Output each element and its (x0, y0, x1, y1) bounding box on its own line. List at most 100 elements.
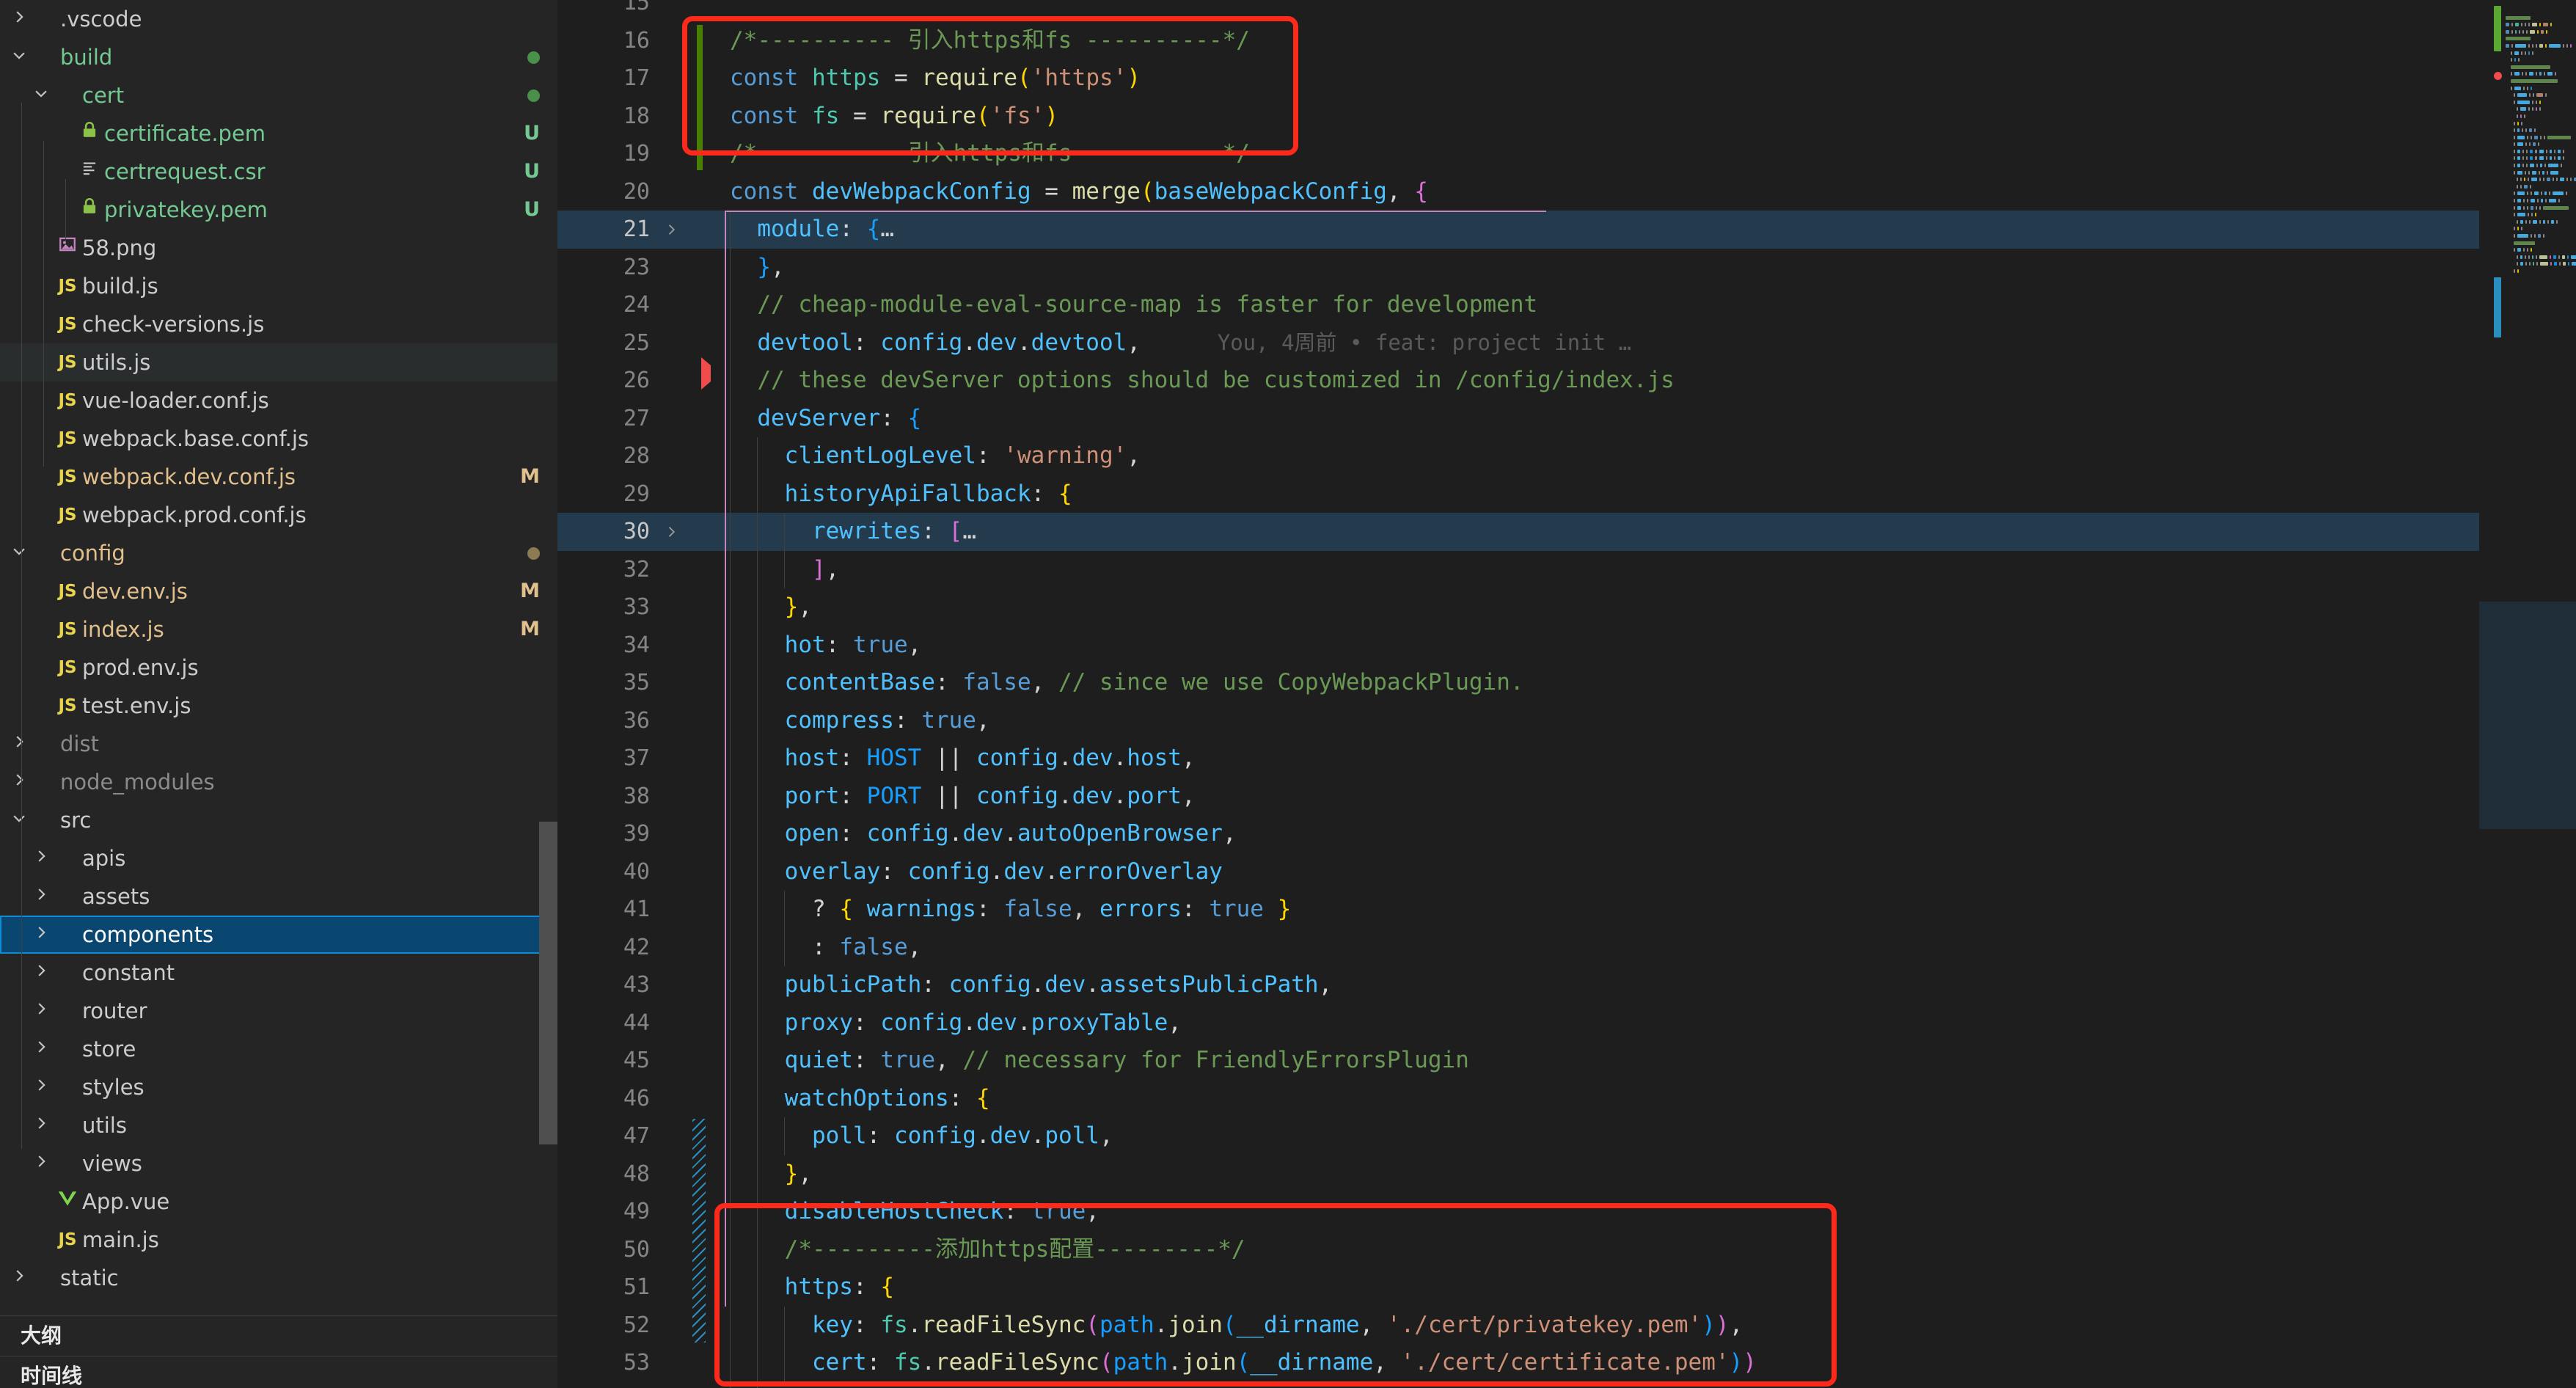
chevron-right-icon[interactable] (29, 954, 53, 992)
code-line-54[interactable]: 54 } (557, 1381, 2479, 1388)
tree-item-build-js[interactable]: JS build.js (0, 267, 557, 305)
code-line-39[interactable]: 39 open: config.dev.autoOpenBrowser, (557, 815, 2479, 853)
tree-item-static[interactable]: static (0, 1259, 557, 1297)
tree-item-build[interactable]: build (0, 38, 557, 76)
code-line-41[interactable]: 41 ? { warnings: false, errors: true } (557, 891, 2479, 929)
tree-item-assets[interactable]: assets (0, 877, 557, 916)
code-line-52[interactable]: 52 key: fs.readFileSync(path.join(__dirn… (557, 1306, 2479, 1344)
tree-item-dist[interactable]: dist (0, 725, 557, 763)
chevron-right-icon[interactable] (7, 1259, 31, 1297)
code-line-25[interactable]: 25 devtool: config.dev.devtool, You, 4周前… (557, 324, 2479, 362)
minimap[interactable] (2479, 0, 2576, 1388)
tree-item-check-versions-js[interactable]: JS check-versions.js (0, 305, 557, 343)
code-line-26[interactable]: 26 // these devServer options should be … (557, 362, 2479, 400)
tree-item-store[interactable]: store (0, 1030, 557, 1068)
code-line-15[interactable]: 15 (557, 0, 2479, 22)
chevron-down-icon[interactable] (7, 534, 31, 572)
code-line-44[interactable]: 44 proxy: config.dev.proxyTable, (557, 1004, 2479, 1042)
tree-item-components[interactable]: components (0, 916, 557, 954)
explorer-sidebar[interactable]: .vscode build cert certificate.pem Ucertrequ… (0, 0, 557, 1388)
code-line-23[interactable]: 23 }, (557, 248, 2479, 286)
code-line-16[interactable]: 16 /*---------- 引入https和fs ----------*/ (557, 22, 2479, 60)
tree-item-webpack-base-conf-js[interactable]: JS webpack.base.conf.js (0, 420, 557, 458)
code-line-40[interactable]: 40 overlay: config.dev.errorOverlay (557, 852, 2479, 891)
tree-item-certrequest-csr[interactable]: certrequest.csr U (0, 153, 557, 191)
code-line-49[interactable]: 49 disableHostCheck: true, (557, 1193, 2479, 1231)
tree-item-constant[interactable]: constant (0, 954, 557, 992)
code-line-17[interactable]: 17 const https = require('https') (557, 59, 2479, 98)
code-line-38[interactable]: 38 port: PORT || config.dev.port, (557, 777, 2479, 815)
chevron-right-icon[interactable] (29, 1144, 53, 1183)
code-line-24[interactable]: 24 // cheap-module-eval-source-map is fa… (557, 286, 2479, 324)
code-line-50[interactable]: 50 /*---------添加https配置---------*/ (557, 1230, 2479, 1268)
code-line-42[interactable]: 42 : false, (557, 928, 2479, 966)
tree-item-webpack-dev-conf-js[interactable]: JS webpack.dev.conf.js M (0, 458, 557, 496)
chevron-right-icon[interactable] (29, 916, 53, 954)
tree-item-test-env-js[interactable]: JS test.env.js (0, 687, 557, 725)
code-line-20[interactable]: 20 const devWebpackConfig = merge(baseWeb… (557, 173, 2479, 211)
tree-item-vue-loader-conf-js[interactable]: JS vue-loader.conf.js (0, 381, 557, 420)
tree-item-app-vue[interactable]: App.vue (0, 1183, 557, 1221)
code-line-47[interactable]: 47 poll: config.dev.poll, (557, 1117, 2479, 1155)
fold-chevron-right-icon[interactable] (660, 513, 682, 551)
code-line-48[interactable]: 48 }, (557, 1155, 2479, 1193)
tree-item-index-js[interactable]: JS index.js M (0, 610, 557, 649)
code-line-53[interactable]: 53 cert: fs.readFileSync(path.join(__dir… (557, 1344, 2479, 1382)
file-tree[interactable]: .vscode build cert certificate.pem Ucertrequ… (0, 0, 557, 1297)
chevron-right-icon[interactable] (29, 1106, 53, 1144)
chevron-right-icon[interactable] (29, 1030, 53, 1068)
panel-header-timeline[interactable]: 时间线 (0, 1356, 557, 1388)
chevron-down-icon[interactable] (29, 76, 53, 114)
code-line-37[interactable]: 37 host: HOST || config.dev.host, (557, 739, 2479, 778)
tree-item-utils-js[interactable]: JS utils.js (0, 343, 557, 381)
tree-item-views[interactable]: views (0, 1144, 557, 1183)
code-line-32[interactable]: 32 ], (557, 550, 2479, 588)
tree-item-dev-env-js[interactable]: JS dev.env.js M (0, 572, 557, 610)
code-line-28[interactable]: 28 clientLogLevel: 'warning', (557, 437, 2479, 475)
tree-item-src[interactable]: src (0, 801, 557, 839)
tree-item-node-modules[interactable]: node_modules (0, 763, 557, 801)
code-line-19[interactable]: 19 /*---------- 引入https和fs ----------*/ (557, 135, 2479, 173)
tree-item-apis[interactable]: apis (0, 839, 557, 877)
tree-item-cert[interactable]: cert (0, 76, 557, 114)
chevron-down-icon[interactable] (7, 801, 31, 839)
code-line-36[interactable]: 36 compress: true, (557, 701, 2479, 739)
code-line-18[interactable]: 18 const fs = require('fs') (557, 98, 2479, 136)
tree-item-privatekey-pem[interactable]: privatekey.pem U (0, 191, 557, 229)
tree-item-prod-env-js[interactable]: JS prod.env.js (0, 649, 557, 687)
chevron-right-icon[interactable] (7, 725, 31, 763)
code-editor[interactable]: 15 16 /*---------- 引入https和fs ----------*/… (557, 0, 2576, 1388)
chevron-right-icon[interactable] (29, 1068, 53, 1106)
fold-chevron-right-icon[interactable] (660, 211, 682, 249)
code-line-35[interactable]: 35 contentBase: false, // since we use C… (557, 664, 2479, 702)
tree-item--vscode[interactable]: .vscode (0, 0, 557, 38)
code-line-21[interactable]: 21 module: {… (557, 211, 2479, 249)
chevron-down-icon[interactable] (7, 38, 31, 76)
tree-item-utils[interactable]: utils (0, 1106, 557, 1144)
code-line-27[interactable]: 27 devServer: { (557, 399, 2479, 437)
tree-item-webpack-prod-conf-js[interactable]: JS webpack.prod.conf.js (0, 496, 557, 534)
panel-header-outline[interactable]: 大纲 (0, 1316, 557, 1356)
tree-item-58-png[interactable]: 58.png (0, 229, 557, 267)
code-line-34[interactable]: 34 hot: true, (557, 626, 2479, 664)
code-line-45[interactable]: 45 quiet: true, // necessary for Friendl… (557, 1042, 2479, 1080)
sidebar-scrollbar-thumb[interactable] (539, 822, 557, 1144)
tree-item-config[interactable]: config (0, 534, 557, 572)
code-line-29[interactable]: 29 historyApiFallback: { (557, 475, 2479, 513)
chevron-right-icon[interactable] (29, 877, 53, 916)
code-line-46[interactable]: 46 watchOptions: { (557, 1079, 2479, 1117)
sidebar-scrollbar[interactable] (539, 0, 557, 1388)
tree-item-router[interactable]: router (0, 992, 557, 1030)
code-line-43[interactable]: 43 publicPath: config.dev.assetsPublicPa… (557, 966, 2479, 1004)
chevron-right-icon[interactable] (7, 0, 31, 38)
chevron-right-icon[interactable] (7, 763, 31, 801)
chevron-right-icon[interactable] (29, 992, 53, 1030)
code-line-33[interactable]: 33 }, (557, 588, 2479, 627)
tree-item-styles[interactable]: styles (0, 1068, 557, 1106)
tree-item-certificate-pem[interactable]: certificate.pem U (0, 114, 557, 153)
tree-item-main-js[interactable]: JS main.js (0, 1221, 557, 1259)
code-line-51[interactable]: 51 https: { (557, 1268, 2479, 1307)
code-line-30[interactable]: 30 rewrites: [… (557, 513, 2479, 551)
chevron-right-icon[interactable] (29, 839, 53, 877)
minimap-viewport-slider[interactable] (2479, 602, 2576, 829)
